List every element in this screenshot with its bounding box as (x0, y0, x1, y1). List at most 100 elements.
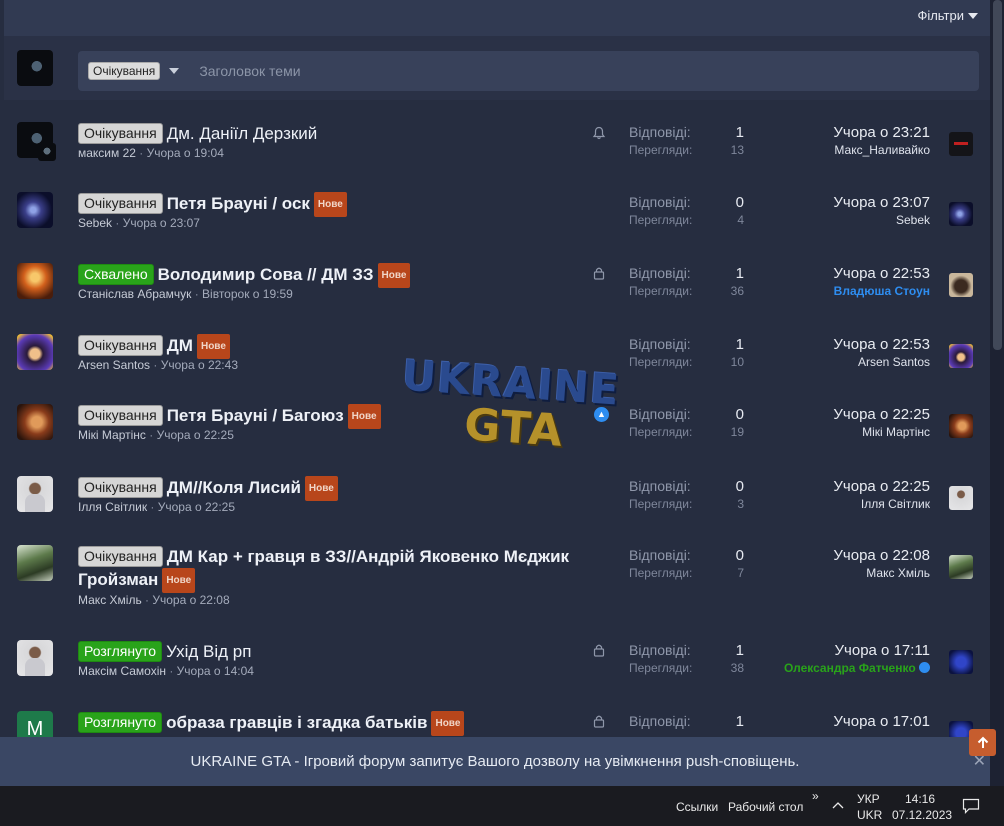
prefix-badge[interactable]: Очікування (78, 193, 163, 214)
new-thread-input[interactable]: Очікування Заголовок теми (78, 51, 979, 91)
thread-row[interactable]: Очікування Петя Брауні / Багоюз Нове Мікі … (4, 404, 990, 468)
thread-title[interactable]: Дм. Даніїл Дерзкий (167, 124, 318, 143)
avatar[interactable] (949, 650, 973, 674)
thread-row[interactable]: Очікування Петя Брауні / оск Нове Sebek · … (4, 192, 990, 256)
thread-row[interactable]: Схвалено Володимир Сова // ДМ ЗЗ Нове Стан… (4, 263, 990, 327)
last-post-date[interactable]: Учора о 23:21 (750, 124, 930, 141)
views-label: Перегляди: (629, 213, 693, 227)
thread-author[interactable]: максим 22 (78, 146, 136, 160)
thread-author[interactable]: Ілля Світлик (78, 500, 147, 514)
thread-date[interactable]: Учора о 23:07 (123, 216, 200, 230)
thread-title[interactable]: ДМ//Коля Лисий (167, 478, 301, 497)
avatar[interactable] (949, 273, 973, 297)
thread-title-placeholder[interactable]: Заголовок теми (199, 63, 300, 79)
scroll-to-top-button[interactable] (969, 729, 996, 756)
thread-author[interactable]: Станіслав Абрамчук (78, 287, 191, 301)
avatar[interactable] (17, 476, 53, 512)
prefix-badge[interactable]: Розглянуто (78, 641, 163, 662)
avatar[interactable] (949, 202, 973, 226)
prefix-badge[interactable]: Очікування (78, 123, 163, 144)
prefix-badge[interactable]: Очікування (78, 335, 163, 356)
clock-time[interactable]: 14:16 (905, 792, 935, 806)
language-indicator[interactable]: УКР (857, 792, 880, 806)
scrollbar[interactable] (990, 0, 1004, 786)
thread-row[interactable]: Очікування ДМ Нове Arsen Santos · Учора о … (4, 334, 990, 398)
thread-row[interactable]: M Розглянуто образа гравців і згадка бать… (4, 711, 990, 737)
thread-row[interactable]: Очікування Дм. Даніїл Дерзкий максим 22 ·… (4, 122, 990, 186)
avatar[interactable] (949, 132, 973, 156)
avatar[interactable] (17, 334, 53, 370)
prefix-badge[interactable]: Очікування (78, 546, 163, 567)
avatar[interactable] (17, 50, 53, 86)
last-post-user[interactable]: Arsen Santos (750, 355, 930, 369)
thread-title[interactable]: Ухід Від рп (166, 642, 251, 661)
prefix-select[interactable]: Очікування (88, 62, 161, 80)
prefix-badge[interactable]: Очікування (78, 477, 163, 498)
prefix-badge[interactable]: Розглянуто (78, 712, 163, 733)
thread-author[interactable]: Мікі Мартінс (78, 428, 146, 442)
thread-date[interactable]: Учора о 19:04 (147, 146, 224, 160)
taskbar-expand[interactable]: » (812, 789, 819, 803)
last-post-user[interactable]: Макс Хміль (750, 566, 930, 580)
last-post-user[interactable]: Sebek (750, 213, 930, 227)
last-post-date[interactable]: Учора о 17:01 (750, 713, 930, 730)
taskbar-desktop[interactable]: Рабочий стол (728, 800, 803, 814)
thread-row[interactable]: Очікування ДМ Кар + гравця в ЗЗ//Андрій Я… (4, 545, 990, 635)
avatar[interactable] (17, 404, 53, 440)
thread-row[interactable]: Очікування ДМ//Коля Лисий Нове Ілля Світли… (4, 476, 990, 540)
replies-label: Відповіді: (629, 336, 691, 352)
avatar[interactable] (949, 486, 973, 510)
thread-title[interactable]: Володимир Сова // ДМ ЗЗ (158, 265, 374, 284)
thread-title[interactable]: ДМ (167, 336, 193, 355)
chevron-down-icon[interactable] (169, 68, 180, 74)
thread-title[interactable]: Петя Брауні / оск (167, 194, 310, 213)
filters-dropdown[interactable]: Фільтри (917, 8, 978, 23)
thread-date[interactable]: Учора о 22:08 (152, 593, 229, 607)
thread-date[interactable]: Учора о 22:43 (161, 358, 238, 372)
keyboard-layout[interactable]: UKR (857, 808, 882, 822)
thread-author[interactable]: Макс Хміль (78, 593, 142, 607)
last-post-date[interactable]: Учора о 22:53 (750, 336, 930, 353)
clock-date[interactable]: 07.12.2023 (892, 808, 952, 822)
push-notification-banner[interactable]: UKRAINE GTA - Ігровий форум запитує Вашо… (0, 737, 990, 786)
last-post-user[interactable]: Олександра Фатченко (750, 661, 930, 675)
last-post-date[interactable]: Учора о 22:25 (750, 478, 930, 495)
thread-title[interactable]: Петя Брауні / Багоюз (167, 406, 344, 425)
thread-author[interactable]: Максім Самохін (78, 664, 166, 678)
last-post-user[interactable]: Мікі Мартінс (750, 425, 930, 439)
avatar[interactable] (949, 414, 973, 438)
last-post-date[interactable]: Учора о 22:08 (750, 547, 930, 564)
avatar[interactable] (17, 192, 53, 228)
last-post-user[interactable]: Макс_Наливайко (750, 143, 930, 157)
bell-icon[interactable] (592, 126, 606, 140)
taskbar-links[interactable]: Ссылки (676, 800, 718, 814)
chevron-up-icon[interactable] (832, 800, 844, 810)
thread-date[interactable]: Учора о 22:25 (157, 428, 234, 442)
avatar[interactable] (17, 545, 53, 581)
thread-title[interactable]: образа гравців і згадка батьків (166, 713, 427, 732)
avatar[interactable]: M (17, 711, 53, 737)
last-post-date[interactable]: Учора о 22:25 (750, 406, 930, 423)
prefix-badge[interactable]: Схвалено (78, 264, 154, 285)
thread-author[interactable]: Arsen Santos (78, 358, 150, 372)
avatar[interactable] (17, 263, 53, 299)
last-post-date[interactable]: Учора о 22:53 (750, 265, 930, 282)
last-post-date[interactable]: Учора о 17:11 (750, 642, 930, 659)
new-badge: Нове (162, 568, 196, 593)
last-post-date[interactable]: Учора о 23:07 (750, 194, 930, 211)
windows-taskbar: Ссылки Рабочий стол » УКР UKR 14:16 07.1… (0, 786, 1004, 826)
prefix-badge[interactable]: Очікування (78, 405, 163, 426)
last-post-user[interactable]: Ілля Світлик (750, 497, 930, 511)
notification-center-icon[interactable] (962, 798, 980, 814)
last-post-user-name[interactable]: Олександра Фатченко (784, 661, 916, 675)
thread-date[interactable]: Учора о 22:25 (158, 500, 235, 514)
thread-date[interactable]: Учора о 14:04 (177, 664, 254, 678)
thread-author[interactable]: Sebek (78, 216, 112, 230)
last-post-user[interactable]: Владюша Стоун (750, 284, 930, 298)
avatar[interactable] (17, 640, 53, 676)
scrollbar-thumb[interactable] (993, 0, 1002, 350)
avatar[interactable] (949, 344, 973, 368)
thread-date[interactable]: Вівторок о 19:59 (202, 287, 293, 301)
avatar[interactable] (949, 555, 973, 579)
thread-row[interactable]: Розглянуто Ухід Від рп Максім Самохін · У… (4, 640, 990, 704)
